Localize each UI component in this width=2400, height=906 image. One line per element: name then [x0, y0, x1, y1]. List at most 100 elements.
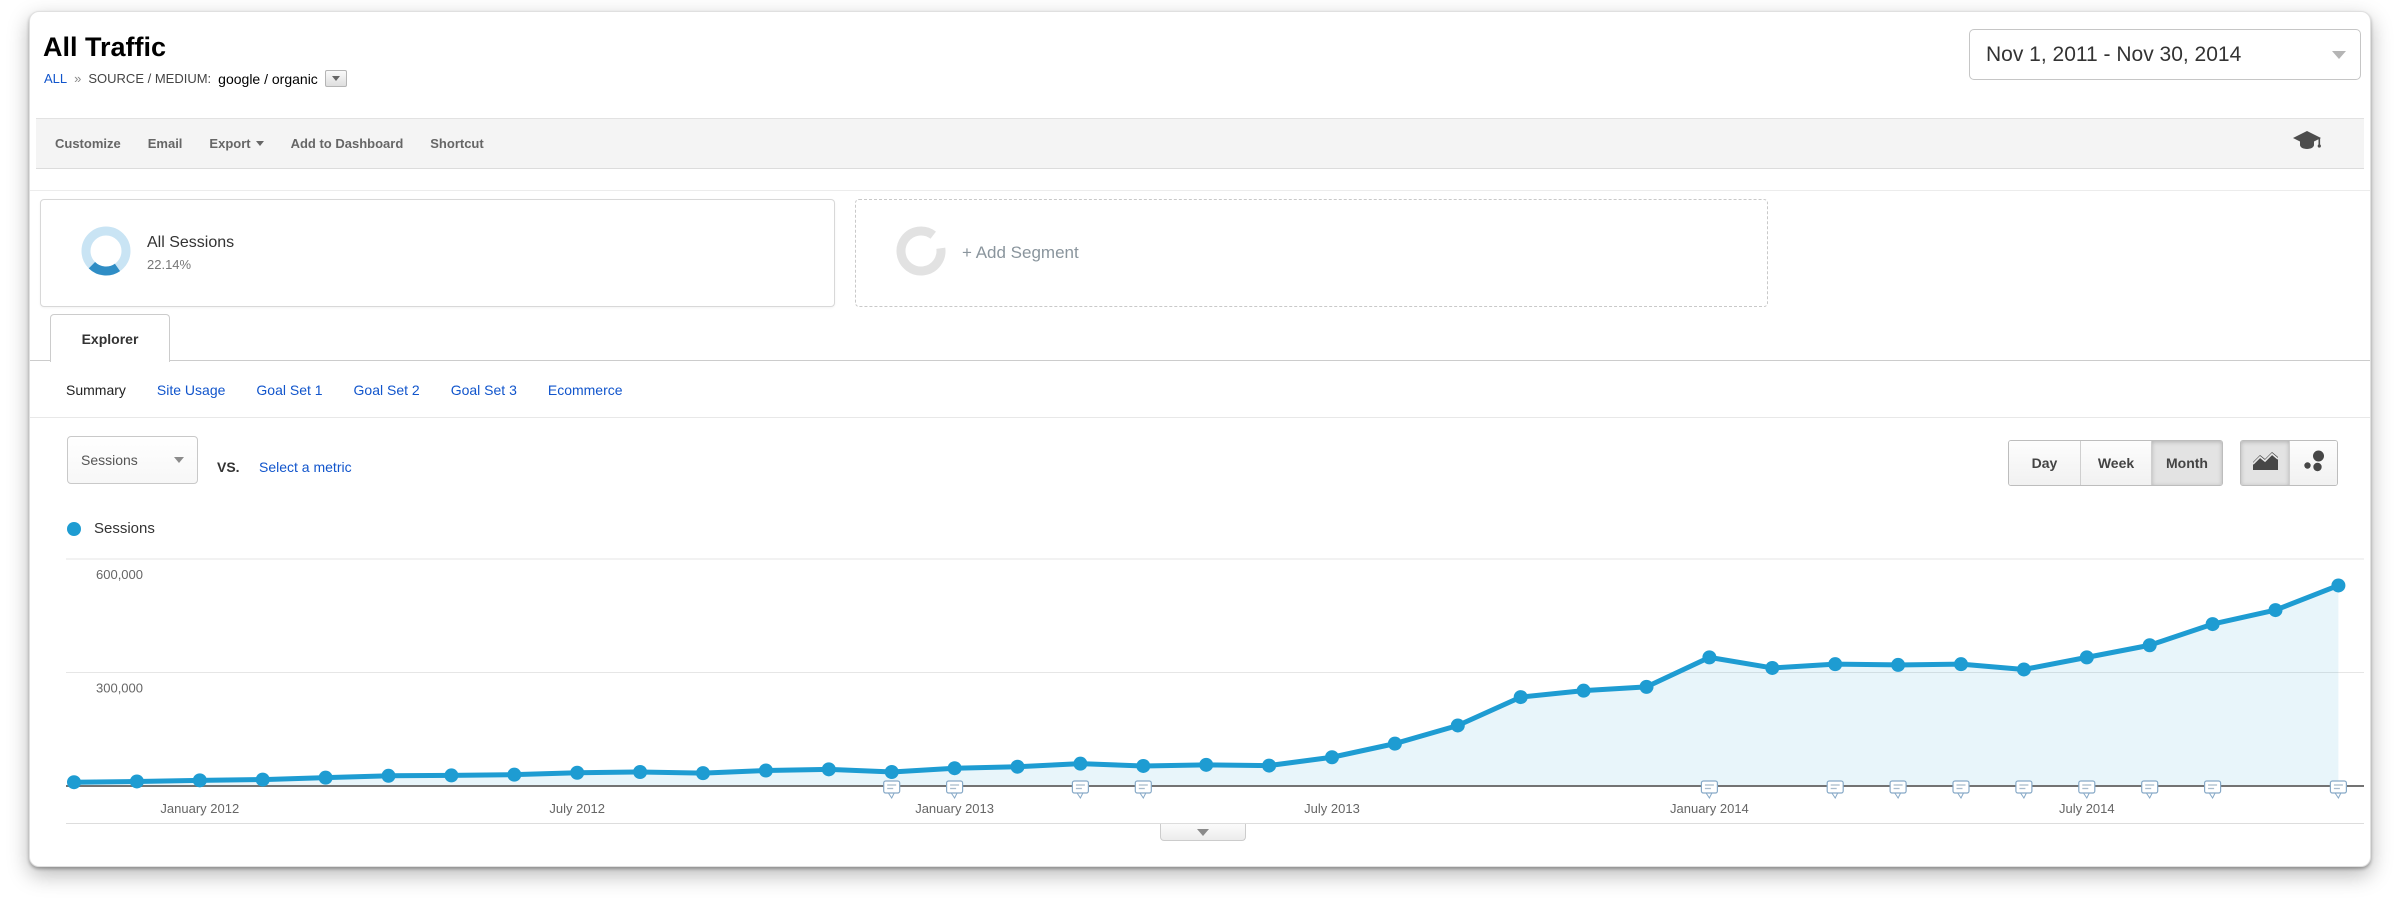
subtab-summary[interactable]: Summary [66, 382, 126, 398]
page-title: All Traffic [43, 32, 166, 63]
data-point[interactable] [1640, 680, 1654, 694]
data-point[interactable] [759, 763, 773, 777]
breadcrumb-dropdown-button[interactable] [325, 70, 347, 87]
date-range-text: Nov 1, 2011 - Nov 30, 2014 [1986, 43, 2241, 67]
data-point[interactable] [1514, 690, 1528, 704]
chevron-down-icon [2332, 51, 2346, 59]
data-point[interactable] [256, 773, 270, 787]
line-chart-icon [2252, 450, 2279, 476]
data-point[interactable] [1828, 657, 1842, 671]
data-point[interactable] [2143, 638, 2157, 652]
date-range-selector[interactable]: Nov 1, 2011 - Nov 30, 2014 [1969, 29, 2361, 80]
data-point[interactable] [570, 766, 584, 780]
data-point[interactable] [1577, 684, 1591, 698]
subtab-goal-set-3[interactable]: Goal Set 3 [451, 382, 517, 398]
annotation-marker-icon[interactable] [2079, 781, 2095, 798]
data-point[interactable] [2017, 662, 2031, 676]
x-axis-tick-label: July 2014 [2059, 801, 2115, 816]
annotation-marker-icon[interactable] [1953, 781, 1969, 798]
customize-button[interactable]: Customize [55, 136, 121, 151]
chevron-down-icon [256, 141, 264, 146]
x-axis-tick-label: January 2013 [915, 801, 994, 816]
breadcrumb-dimension-value: google / organic [218, 71, 318, 87]
data-point[interactable] [1891, 658, 1905, 672]
add-to-dashboard-button[interactable]: Add to Dashboard [291, 136, 404, 151]
data-point[interactable] [1451, 718, 1465, 732]
granularity-week-button[interactable]: Week [2080, 441, 2151, 485]
tab-explorer[interactable]: Explorer [50, 314, 170, 362]
data-point[interactable] [2269, 603, 2283, 617]
annotation-marker-icon[interactable] [1827, 781, 1843, 798]
email-button[interactable]: Email [148, 136, 183, 151]
segments-top-divider [30, 190, 2370, 191]
data-point[interactable] [1765, 661, 1779, 675]
add-segment-donut-icon [894, 224, 948, 283]
data-point[interactable] [1011, 760, 1025, 774]
data-point[interactable] [1073, 757, 1087, 771]
segment-title: All Sessions [147, 234, 234, 252]
annotation-marker-icon[interactable] [884, 781, 900, 798]
segment-donut-icon [79, 224, 133, 283]
subtab-goal-set-1[interactable]: Goal Set 1 [256, 382, 322, 398]
subtab-ecommerce[interactable]: Ecommerce [548, 382, 623, 398]
chart-type-button-group [2240, 440, 2338, 486]
subtab-site-usage[interactable]: Site Usage [157, 382, 225, 398]
chevron-down-icon [174, 457, 184, 463]
annotation-marker-icon[interactable] [1701, 781, 1717, 798]
data-point[interactable] [319, 771, 333, 785]
x-axis-tick-label: July 2012 [549, 801, 605, 816]
breadcrumb-separator: » [74, 71, 81, 86]
segment-card-all-sessions[interactable]: All Sessions 22.14% [40, 199, 835, 307]
chart-legend: Sessions [67, 520, 155, 537]
annotation-marker-icon[interactable] [1890, 781, 1906, 798]
data-point[interactable] [444, 768, 458, 782]
data-point[interactable] [822, 762, 836, 776]
annotation-marker-icon[interactable] [947, 781, 963, 798]
data-point[interactable] [382, 769, 396, 783]
data-point[interactable] [67, 775, 81, 789]
data-point[interactable] [885, 765, 899, 779]
metric-dropdown[interactable]: Sessions [67, 436, 198, 484]
x-axis-tick-label: January 2012 [160, 801, 239, 816]
legend-dot-icon [67, 522, 81, 536]
add-segment-card[interactable]: + Add Segment [855, 199, 1768, 307]
sessions-chart-canvas: 600,000 300,000 January 2012 July 2012 Janua… [30, 545, 2372, 845]
granularity-day-button[interactable]: Day [2009, 441, 2080, 485]
breadcrumb-all-link[interactable]: ALL [44, 71, 67, 86]
data-point[interactable] [1262, 759, 1276, 773]
data-point[interactable] [130, 774, 144, 788]
data-point[interactable] [507, 768, 521, 782]
data-point[interactable] [1136, 759, 1150, 773]
breadcrumb-dimension-label: SOURCE / MEDIUM: [88, 71, 211, 86]
y-axis-tick-label: 300,000 [96, 681, 143, 696]
data-point[interactable] [193, 773, 207, 787]
data-point[interactable] [948, 761, 962, 775]
shortcut-button[interactable]: Shortcut [430, 136, 483, 151]
select-a-metric-link[interactable]: Select a metric [259, 459, 352, 475]
annotation-marker-icon[interactable] [2330, 781, 2346, 798]
data-point[interactable] [696, 766, 710, 780]
data-point[interactable] [633, 765, 647, 779]
motion-chart-type-button[interactable] [2289, 441, 2337, 485]
y-axis-tick-label: 600,000 [96, 567, 143, 582]
annotation-marker-icon[interactable] [2142, 781, 2158, 798]
data-point[interactable] [2080, 650, 2094, 664]
annotation-marker-icon[interactable] [2205, 781, 2221, 798]
annotation-marker-icon[interactable] [1072, 781, 1088, 798]
data-point[interactable] [1702, 650, 1716, 664]
granularity-month-button[interactable]: Month [2151, 441, 2222, 485]
line-chart-type-button[interactable] [2241, 441, 2289, 485]
annotations-drawer-toggle[interactable] [1160, 824, 1246, 841]
breadcrumb: ALL » SOURCE / MEDIUM: google / organic [44, 70, 347, 87]
annotation-marker-icon[interactable] [2016, 781, 2032, 798]
data-point[interactable] [1388, 737, 1402, 751]
annotation-marker-icon[interactable] [1135, 781, 1151, 798]
data-point[interactable] [1325, 750, 1339, 764]
data-point[interactable] [2331, 578, 2345, 592]
data-point[interactable] [1954, 657, 1968, 671]
education-graduation-cap-icon[interactable] [2292, 130, 2322, 157]
data-point[interactable] [1199, 758, 1213, 772]
export-menu-button[interactable]: Export [209, 136, 263, 151]
data-point[interactable] [2206, 617, 2220, 631]
subtab-goal-set-2[interactable]: Goal Set 2 [354, 382, 420, 398]
